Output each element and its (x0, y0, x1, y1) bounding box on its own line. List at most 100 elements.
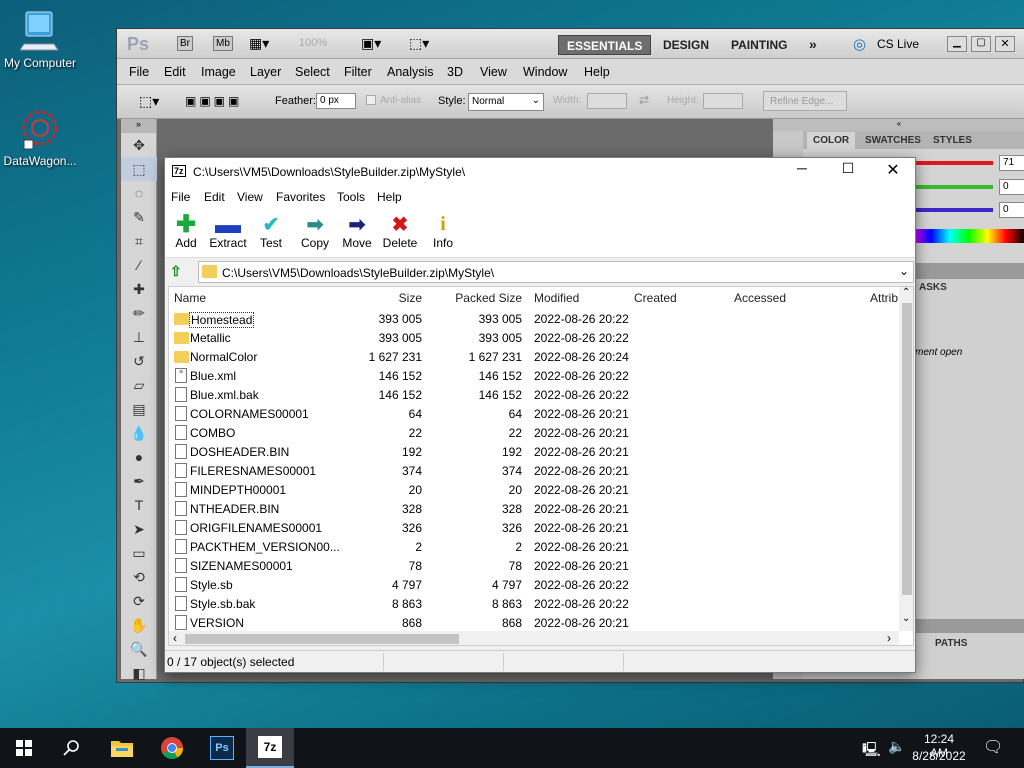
notification-icon[interactable]: 🗨 (983, 737, 1003, 757)
maximize-icon[interactable]: ☐ (833, 160, 863, 184)
table-row[interactable]: Homestead 393 005 393 005 2022-08-26 20:22 (169, 310, 899, 329)
ps-menu-view[interactable]: View (480, 65, 507, 79)
green-slider[interactable] (903, 185, 993, 189)
cs-live-button[interactable]: CS Live (877, 37, 919, 51)
move-button[interactable]: ➡ Move (341, 212, 373, 251)
delete-button[interactable]: ✖ Delete (382, 212, 418, 251)
table-row[interactable]: ≡ Blue.xml 146 152 146 152 2022-08-26 20:22 (169, 367, 899, 386)
close-icon[interactable]: ✕ (878, 160, 908, 184)
horizontal-scroll-thumb[interactable] (185, 634, 459, 644)
crop-tool-icon[interactable]: ⌗ (121, 229, 157, 253)
arrange-documents-icon[interactable]: ▣▾ (361, 35, 381, 52)
blue-slider[interactable] (903, 208, 993, 212)
clock-date[interactable]: 8/28/2022 (910, 749, 968, 763)
blue-value[interactable]: 0 (999, 202, 1024, 218)
menu-favorites[interactable]: Favorites (276, 190, 325, 204)
lasso-tool-icon[interactable]: ◌ (121, 181, 157, 205)
tab-styles[interactable]: STYLES (927, 132, 978, 149)
eraser-tool-icon[interactable]: ▱ (121, 373, 157, 397)
type-tool-icon[interactable]: T (121, 493, 157, 517)
menu-edit[interactable]: Edit (204, 190, 225, 204)
table-row[interactable]: COMBO 22 22 2022-08-26 20:21 (169, 424, 899, 443)
quick-selection-tool-icon[interactable]: ✎ (121, 205, 157, 229)
scroll-left-icon[interactable]: ‹ (173, 631, 177, 645)
minimize-icon[interactable]: ─ (787, 160, 817, 184)
table-row[interactable]: DOSHEADER.BIN 192 192 2022-08-26 20:21 (169, 443, 899, 462)
table-row[interactable]: NTHEADER.BIN 328 328 2022-08-26 20:21 (169, 500, 899, 519)
tab-paths[interactable]: PATHS (929, 635, 973, 652)
dodge-tool-icon[interactable]: ● (121, 445, 157, 469)
test-button[interactable]: ✔ Test (258, 212, 284, 251)
move-tool-icon[interactable]: ✥ (121, 133, 157, 157)
3d-orbit-tool-icon[interactable]: ⟳ (121, 589, 157, 613)
volume-icon[interactable]: 🔈 (888, 738, 905, 755)
table-row[interactable]: PACKTHEM_VERSION00... 2 2 2022-08-26 20:21 (169, 538, 899, 557)
path-selection-tool-icon[interactable]: ➤ (121, 517, 157, 541)
table-row[interactable]: ORIGFILENAMES00001 326 326 2022-08-26 20:21 (169, 519, 899, 538)
height-input[interactable] (703, 93, 743, 109)
ps-menu-edit[interactable]: Edit (164, 65, 186, 79)
column-name[interactable]: Name (174, 287, 206, 309)
rectangular-marquee-tool-icon[interactable]: ⬚ (121, 157, 157, 181)
vertical-scrollbar[interactable]: ⌃ ⌄ (899, 287, 913, 631)
width-input[interactable] (587, 93, 627, 109)
healing-brush-tool-icon[interactable]: ✚ (121, 277, 157, 301)
refine-edge-button[interactable]: Refine Edge... (763, 91, 847, 111)
gradient-tool-icon[interactable]: ▤ (121, 397, 157, 421)
table-row[interactable]: MINDEPTH00001 20 20 2022-08-26 20:21 (169, 481, 899, 500)
ps-menu-layer[interactable]: Layer (250, 65, 281, 79)
desktop-icon-my-computer[interactable]: My Computer (0, 10, 80, 70)
copy-button[interactable]: ➡ Copy (299, 212, 331, 251)
column-size[interactable]: Size (349, 287, 422, 309)
workspace-painting[interactable]: PAINTING (723, 35, 795, 55)
feather-input[interactable]: 0 px (316, 93, 356, 109)
workspace-design[interactable]: DESIGN (655, 35, 717, 55)
ps-menu-help[interactable]: Help (584, 65, 610, 79)
photoshop-minimize-button[interactable]: ▁ (947, 36, 967, 52)
red-value[interactable]: 71 (999, 155, 1024, 171)
bridge-button[interactable]: Br (177, 36, 193, 51)
add-button[interactable]: ✚ Add (171, 211, 201, 251)
taskbar-file-explorer[interactable] (98, 728, 146, 768)
taskbar-chrome[interactable] (148, 728, 196, 768)
table-row[interactable]: Style.sb 4 797 4 797 2022-08-26 20:22 (169, 576, 899, 595)
workspace-essentials[interactable]: ESSENTIALS (558, 35, 652, 55)
info-button[interactable]: i Info (431, 212, 455, 251)
vertical-scroll-thumb[interactable] (902, 303, 912, 595)
ps-menu-select[interactable]: Select (295, 65, 330, 79)
horizontal-scrollbar[interactable]: ‹ › (169, 631, 899, 645)
style-select[interactable]: Normal ⌄ (468, 93, 544, 111)
color-swatches-icon[interactable]: ◧ (121, 661, 157, 685)
anti-alias-checkbox[interactable] (366, 95, 376, 105)
menu-help[interactable]: Help (377, 190, 402, 204)
column-created[interactable]: Created (634, 287, 677, 309)
ps-menu-analysis[interactable]: Analysis (387, 65, 434, 79)
photoshop-close-button[interactable]: ✕ (995, 36, 1015, 52)
taskbar-7zip[interactable]: 7z (246, 728, 294, 768)
ps-menu-3d[interactable]: 3D (447, 65, 463, 79)
view-extras-icon[interactable]: ▦▾ (249, 35, 269, 52)
table-row[interactable]: NormalColor 1 627 231 1 627 231 2022-08-26 … (169, 348, 899, 367)
scroll-up-icon[interactable]: ⌃ (902, 287, 910, 298)
up-folder-icon[interactable]: ⇧ (170, 263, 190, 281)
desktop-icon-datawagon[interactable]: DataWagon... (0, 108, 80, 168)
zoom-level[interactable]: 100% (299, 37, 327, 49)
swap-icon[interactable]: ⇄ (639, 93, 649, 107)
panel-collapse-bar[interactable]: « (773, 119, 1024, 131)
blur-tool-icon[interactable]: 💧 (121, 421, 157, 445)
taskbar-photoshop[interactable]: Ps (198, 728, 246, 768)
history-brush-tool-icon[interactable]: ↺ (121, 349, 157, 373)
rectangle-tool-icon[interactable]: ▭ (121, 541, 157, 565)
screen-mode-icon[interactable]: ⬚▾ (409, 35, 429, 52)
menu-view[interactable]: View (237, 190, 263, 204)
table-row[interactable]: Style.sb.bak 8 863 8 863 2022-08-26 20:22 (169, 595, 899, 614)
marquee-tool-preset-icon[interactable]: ⬚▾ (139, 93, 159, 110)
ps-menu-window[interactable]: Window (523, 65, 567, 79)
table-row[interactable]: COLORNAMES00001 64 64 2022-08-26 20:21 (169, 405, 899, 424)
menu-file[interactable]: File (171, 190, 190, 204)
column-modified[interactable]: Modified (534, 287, 579, 309)
column-attributes[interactable]: Attrib (870, 287, 898, 309)
photoshop-maximize-button[interactable]: ▢ (971, 36, 991, 52)
eyedropper-tool-icon[interactable]: ⁄ (121, 253, 157, 277)
search-button[interactable] (48, 728, 96, 768)
